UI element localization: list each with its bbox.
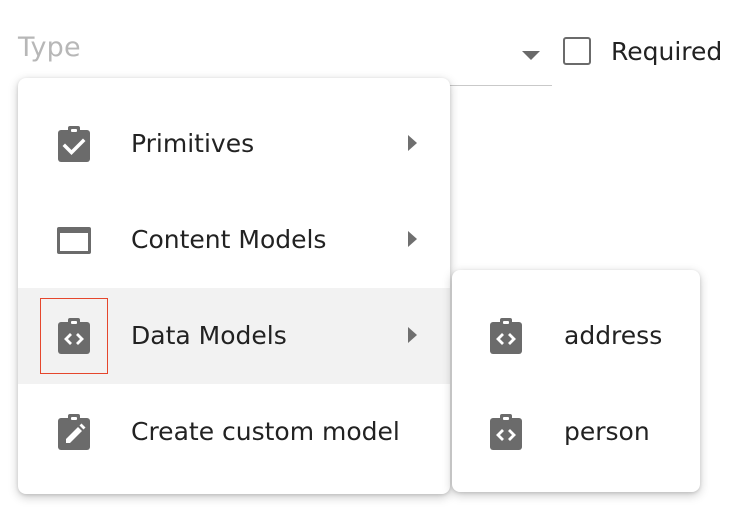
submenu-item-address[interactable]: address bbox=[452, 288, 700, 384]
menu-item-label: Data Models bbox=[131, 321, 287, 350]
clipboard-code-icon bbox=[486, 316, 526, 356]
submenu-item-label: person bbox=[564, 417, 650, 446]
menu-item-label: Create custom model bbox=[131, 417, 400, 446]
window-icon bbox=[54, 220, 94, 260]
data-models-submenu: address person bbox=[452, 270, 700, 492]
chevron-right-icon bbox=[408, 135, 417, 151]
field-editor: Type Required Primitives Content Models … bbox=[0, 0, 754, 514]
menu-item-primitives[interactable]: Primitives bbox=[18, 96, 450, 192]
menu-item-content-models[interactable]: Content Models bbox=[18, 192, 450, 288]
required-checkbox[interactable] bbox=[563, 37, 591, 65]
required-checkbox-group[interactable]: Required bbox=[563, 34, 722, 68]
type-placeholder: Type bbox=[18, 32, 81, 63]
menu-item-data-models[interactable]: Data Models bbox=[18, 288, 450, 384]
required-label: Required bbox=[611, 36, 723, 66]
menu-item-create-custom-model[interactable]: Create custom model bbox=[18, 384, 450, 480]
menu-item-label: Primitives bbox=[131, 129, 255, 158]
chevron-right-icon bbox=[408, 327, 417, 343]
chevron-right-icon bbox=[408, 231, 417, 247]
menu-item-label: Content Models bbox=[131, 225, 327, 254]
dropdown-caret-icon[interactable] bbox=[522, 51, 540, 60]
submenu-item-label: address bbox=[564, 321, 663, 350]
clipboard-code-icon bbox=[54, 316, 94, 356]
submenu-item-person[interactable]: person bbox=[452, 384, 700, 480]
type-menu: Primitives Content Models Data Models Cr… bbox=[18, 78, 450, 494]
clipboard-check-icon bbox=[54, 124, 94, 164]
clipboard-code-icon bbox=[486, 412, 526, 452]
clipboard-edit-icon bbox=[54, 412, 94, 452]
type-select[interactable]: Type bbox=[18, 26, 552, 86]
